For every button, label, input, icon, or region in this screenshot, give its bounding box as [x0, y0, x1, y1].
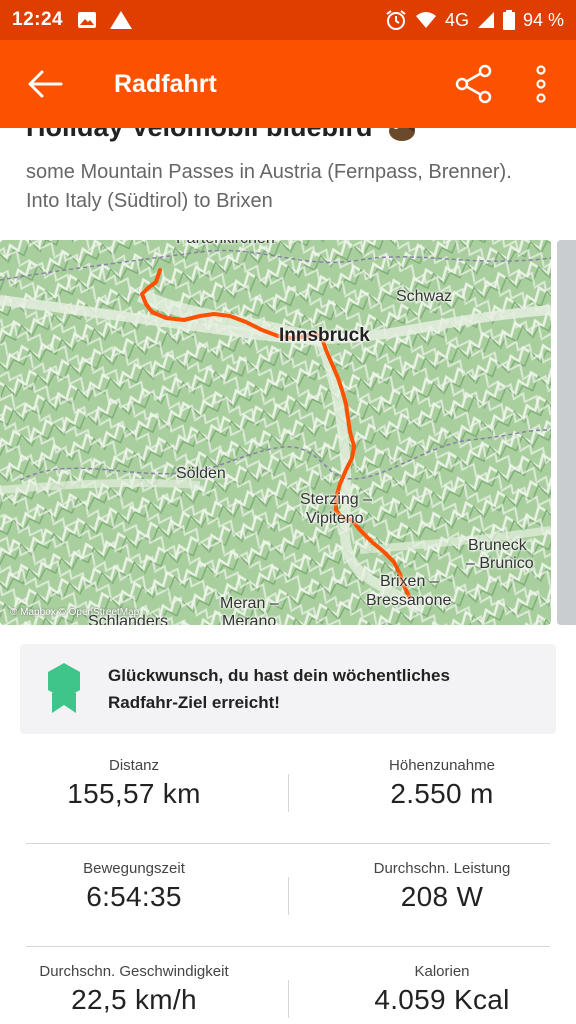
stat-distance: Distanz 155,57 km	[2, 757, 266, 810]
stat-moving-time: Bewegungszeit 6:54:35	[2, 860, 266, 913]
battery-level: 94 %	[522, 9, 564, 30]
stat-calories: Kalorien 4.059 Kcal	[310, 963, 574, 1016]
map-label-innsbruck: Innsbruck	[279, 325, 370, 346]
stat-elevation: Höhenzunahme 2.550 m	[310, 757, 574, 810]
map-label-soelden: Sölden	[176, 465, 226, 482]
stat-value: 22,5 km/h	[71, 984, 197, 1015]
stat-divider	[288, 877, 289, 915]
next-media-preview[interactable]	[557, 240, 576, 625]
stat-value: 2.550 m	[390, 778, 494, 809]
more-vert-icon	[536, 65, 546, 103]
stat-avg-power: Durchschn. Leistung 208 W	[310, 860, 574, 913]
goal-achievement-card[interactable]: Glückwunsch, du hast dein wöchentliches …	[20, 644, 556, 734]
stat-label: Höhenzunahme	[389, 757, 495, 774]
battery-icon	[502, 10, 515, 30]
stat-value: 4.059 Kcal	[374, 984, 510, 1015]
status-time: 12:24	[12, 9, 64, 30]
back-arrow-icon	[28, 70, 63, 98]
map-label-meran: Meran –	[220, 595, 279, 612]
map-label-merano: Merano	[222, 613, 277, 625]
share-icon	[455, 64, 492, 104]
image-notification-icon	[78, 12, 97, 28]
activity-description: some Mountain Passes in Austria (Fernpas…	[26, 161, 512, 212]
stat-label: Durchschn. Leistung	[373, 860, 511, 877]
activity-detail-screen: { "status_bar": { "time": "12:24", "netw…	[0, 0, 576, 1024]
signal-icon	[477, 12, 494, 28]
map-label-bruneck: Bruneck	[468, 537, 527, 554]
achievement-badge-icon	[48, 663, 80, 713]
map-label-brixen: Brixen –	[380, 573, 439, 590]
route-map[interactable]: Partenkirchen Schwaz Innsbruck Sölden St…	[0, 240, 551, 625]
map-label-vipiteno: Vipiteno	[306, 510, 364, 527]
stat-value: 208 W	[400, 881, 484, 912]
stat-label: Durchschn. Geschwindigkeit	[39, 963, 229, 980]
stat-avg-speed: Durchschn. Geschwindigkeit 22,5 km/h	[2, 963, 266, 1016]
alarm-icon	[386, 10, 406, 30]
status-bar: 12:24 4G 94 %	[0, 0, 576, 40]
map-label-bressanone: Bressanone	[366, 592, 452, 609]
wifi-icon	[415, 12, 436, 28]
map-label-sterzing: Sterzing –	[300, 491, 373, 508]
goal-message: Glückwunsch, du hast dein wöchentliches …	[108, 666, 450, 712]
stat-value: 6:54:35	[86, 881, 182, 912]
stat-divider	[288, 980, 289, 1018]
map-label-brunico: – Brunico	[466, 555, 534, 572]
more-options-button[interactable]	[515, 40, 567, 128]
map-label-partenkirchen: Partenkirchen	[176, 240, 275, 248]
stat-label: Kalorien	[414, 963, 470, 980]
network-type: 4G	[444, 9, 469, 30]
stat-label: Distanz	[108, 757, 160, 774]
share-button[interactable]	[446, 40, 502, 128]
app-bar: Radfahrt	[0, 40, 576, 128]
stat-divider	[288, 774, 289, 812]
warning-notification-icon	[110, 11, 133, 29]
back-button[interactable]	[0, 40, 90, 128]
row-divider	[26, 843, 550, 844]
map-label-schwaz: Schwaz	[396, 288, 453, 305]
row-divider	[26, 946, 550, 947]
map-attribution[interactable]: © Mapbox © OpenStreetMap	[10, 607, 139, 618]
stat-value: 155,57 km	[67, 778, 201, 809]
stat-label: Bewegungszeit	[83, 860, 185, 877]
page-title: Radfahrt	[114, 69, 217, 98]
